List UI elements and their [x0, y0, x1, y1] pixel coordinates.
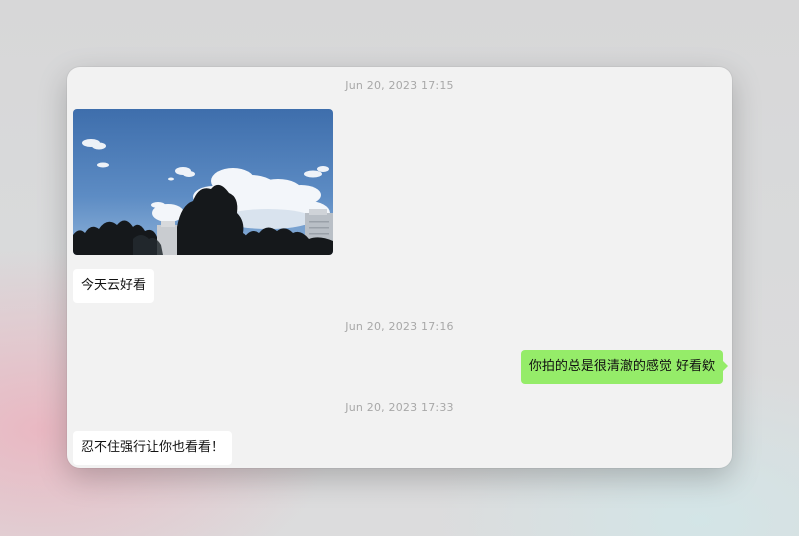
- chat-window: Jun 20, 2023 17:15 今天云好看 Jun 20, 2023 17…: [67, 67, 732, 468]
- message-bubble-outgoing[interactable]: 你拍的总是很清澈的感觉 好看欸: [520, 350, 729, 384]
- shared-photo[interactable]: [73, 109, 333, 255]
- message-bubble-incoming[interactable]: 忍不住强行让你也看看！: [73, 431, 233, 465]
- timestamp: Jun 20, 2023 17:16: [345, 320, 454, 333]
- message-bubble-incoming[interactable]: 今天云好看: [73, 269, 155, 303]
- timestamp: Jun 20, 2023 17:15: [345, 79, 454, 92]
- timestamp: Jun 20, 2023 17:33: [345, 401, 454, 414]
